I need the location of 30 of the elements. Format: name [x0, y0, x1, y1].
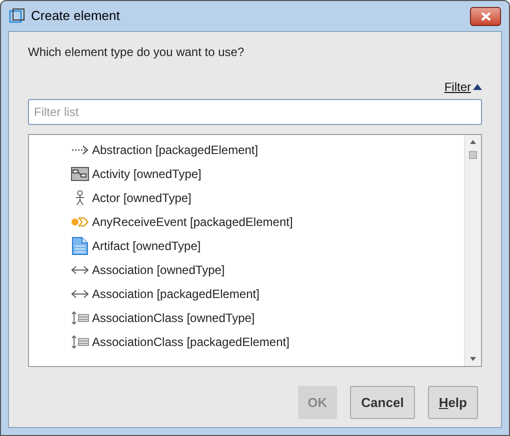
list-item[interactable]: Association [ownedType]	[70, 258, 464, 282]
event-icon	[70, 217, 88, 227]
window-icon	[9, 8, 25, 24]
document-icon	[72, 237, 88, 255]
dialog-button[interactable]: Cancel	[350, 386, 415, 419]
list-item[interactable]: Activity [ownedType]	[70, 162, 464, 186]
double-arrow-icon	[70, 289, 88, 299]
window-title: Create element	[31, 7, 120, 26]
list-item[interactable]: AssociationClass [packagedElement]	[70, 330, 464, 354]
list-item[interactable]: Actor [ownedType]	[70, 186, 464, 210]
dialog-button[interactable]: Help	[428, 386, 478, 419]
scrollbar[interactable]	[464, 135, 481, 366]
filter-toggle-link[interactable]: Filter	[444, 78, 482, 96]
association-class-icon	[70, 335, 88, 349]
double-arrow-icon	[70, 265, 88, 275]
close-button[interactable]	[470, 6, 501, 26]
filter-field[interactable]: Filter list	[28, 99, 482, 125]
list-item[interactable]: AnyReceiveEvent [packagedElement]	[70, 210, 464, 234]
list-item[interactable]: Abstraction [packagedElement]	[70, 138, 464, 162]
list-item[interactable]: Artifact [ownedType]	[70, 234, 464, 258]
list-item[interactable]: Association [packagedElement]	[70, 282, 464, 306]
association-class-icon	[70, 311, 88, 325]
prompt-text: Which element type do you want to use?	[28, 44, 246, 61]
stick-figure-icon	[74, 190, 84, 206]
list-item[interactable]: AssociationClass [ownedType]	[70, 306, 464, 330]
activity-icon	[70, 167, 88, 181]
dotted-arrow-icon	[70, 145, 88, 155]
close-icon	[480, 12, 490, 20]
caret-up-icon	[473, 84, 482, 90]
scroll-thumb[interactable]	[469, 151, 477, 159]
